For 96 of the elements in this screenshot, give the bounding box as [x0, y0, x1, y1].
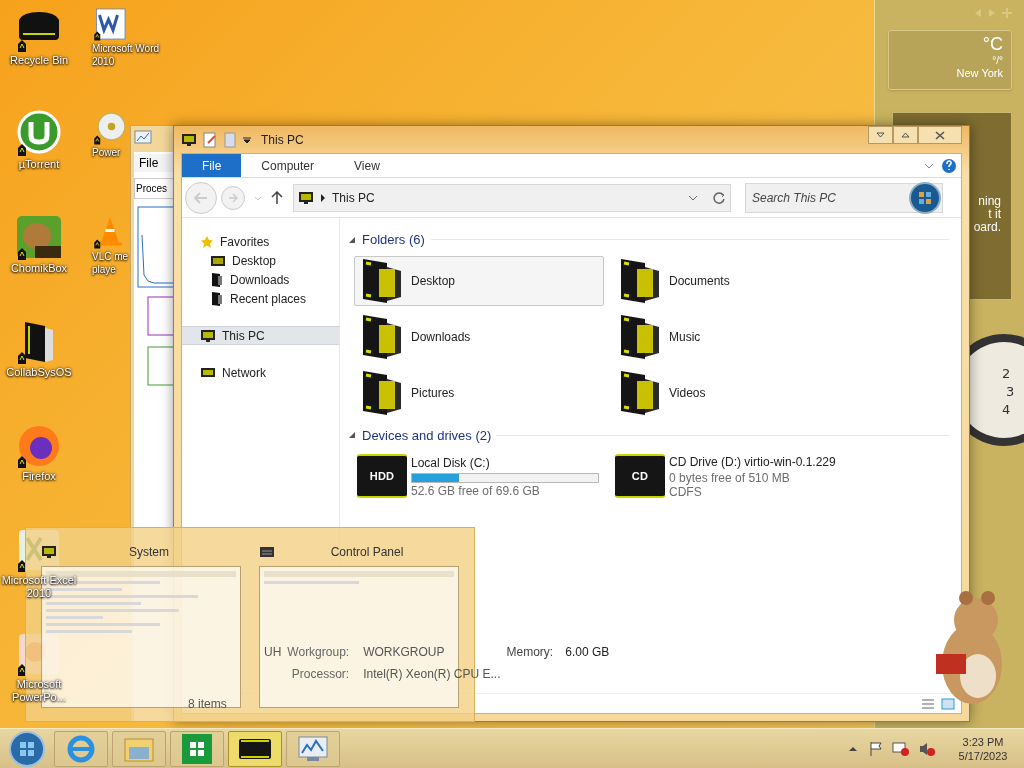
store-icon — [182, 733, 212, 764]
temperature-unit: °C — [982, 33, 1003, 55]
flag-icon[interactable] — [868, 740, 884, 757]
window-title: This PC — [261, 131, 304, 149]
performance-monitor-icon — [297, 734, 329, 763]
folder-tile[interactable]: Documents — [612, 255, 862, 306]
address-dropdown-icon[interactable] — [688, 193, 698, 202]
volume-muted-icon[interactable] — [918, 740, 936, 757]
ribbon-tab[interactable]: View — [334, 154, 400, 177]
network-icon — [200, 365, 216, 380]
word-icon — [92, 6, 128, 42]
folder-tile[interactable]: Videos — [612, 367, 862, 418]
triangle-down-icon — [876, 132, 885, 138]
item-detail: 0 bytes free of 510 MB — [669, 471, 791, 485]
note-text: ning — [978, 195, 1001, 208]
taskbar-app-button[interactable] — [228, 730, 282, 767]
item-detail: 52.6 GB free of 69.6 GB — [411, 484, 541, 498]
folder-tile[interactable]: Music — [612, 311, 862, 362]
note-text: t it — [988, 208, 1001, 221]
address-bar[interactable]: This PC — [293, 183, 731, 212]
folder-icon — [210, 290, 224, 307]
folder-tile[interactable]: Pictures — [354, 367, 604, 418]
folder-tile[interactable]: Downloads — [354, 311, 604, 362]
refresh-icon[interactable] — [712, 190, 726, 205]
network-error-icon[interactable] — [892, 740, 910, 757]
menu-item[interactable]: File — [134, 154, 174, 172]
dropdown-icon[interactable] — [243, 135, 251, 144]
forward-arrow-icon — [228, 192, 238, 203]
temperature-range: °/° — [992, 55, 1003, 66]
breadcrumb-arrow-icon — [320, 193, 326, 202]
nav-item[interactable]: Network — [182, 363, 339, 382]
group-toggle-icon[interactable] — [348, 431, 356, 440]
status-text: 8 items — [188, 695, 227, 713]
up-arrow-icon[interactable] — [271, 190, 283, 205]
clock-date[interactable]: 5/17/2023 — [958, 748, 1008, 763]
nav-item[interactable]: Downloads — [182, 270, 339, 289]
item-name: Documents — [669, 272, 730, 290]
performance-monitor-icon — [134, 130, 152, 146]
details-view-icon[interactable] — [921, 697, 935, 710]
item-name: Videos — [669, 384, 706, 402]
search-orb-icon[interactable] — [909, 181, 941, 214]
ribbon-tab[interactable]: Computer — [241, 154, 335, 177]
detail-value: WORKGROUP — [363, 644, 446, 661]
address-text: This PC — [332, 189, 375, 207]
drive-icon — [238, 736, 272, 761]
drive-tile[interactable]: CD CD Drive (D:) virtio-win-0.1.229 0 bytes free of 510 MB CDFS — [612, 451, 862, 501]
item-name: Desktop — [411, 272, 456, 290]
group-toggle-icon[interactable] — [348, 235, 356, 244]
thumbnail-title: System — [128, 544, 170, 561]
disc-icon — [92, 110, 128, 146]
monitor-icon — [298, 190, 314, 205]
monitor-icon — [41, 545, 57, 559]
show-hidden-icons-icon[interactable] — [848, 744, 858, 753]
item-name: Local Disk (C:) — [411, 455, 491, 472]
nav-item[interactable]: Desktop — [182, 251, 339, 270]
nav-item[interactable]: Recent places — [182, 289, 339, 308]
drive-tile[interactable]: HDD Local Disk (C:) 52.6 GB free of 69.6 GB — [354, 451, 604, 501]
ribbon-tab[interactable]: File — [182, 154, 242, 177]
maximize-button[interactable] — [893, 126, 918, 144]
browser-icon — [66, 733, 96, 764]
properties-icon[interactable] — [203, 131, 217, 148]
item-name: Pictures — [411, 384, 455, 402]
note-text: oard. — [973, 221, 1001, 234]
folder-icon — [210, 271, 224, 288]
torrent-icon — [15, 110, 63, 158]
folder-tile[interactable]: Desktop — [354, 255, 604, 306]
desktop-icon — [210, 254, 226, 267]
close-icon — [935, 130, 945, 140]
hamster-icon — [15, 214, 63, 262]
triangle-up-icon — [901, 132, 910, 138]
drive-label: HDD — [369, 468, 395, 484]
close-button[interactable] — [918, 126, 962, 144]
drive-label: CD — [631, 468, 649, 484]
detail-label: Processor: — [290, 666, 350, 683]
tiles-view-icon[interactable] — [941, 697, 955, 710]
control-panel-icon — [259, 546, 275, 558]
item-name: CD Drive (D:) virtio-win-0.1.229 — [669, 454, 836, 471]
monitor-icon — [181, 132, 197, 147]
monitor-icon — [200, 328, 216, 343]
nav-item[interactable]: Favorites — [182, 232, 339, 251]
minimize-button[interactable] — [868, 126, 893, 144]
detail-label: Memory: — [506, 644, 554, 661]
thumbnail-title: Control Panel — [329, 544, 405, 561]
computer-name: UH — [264, 644, 282, 661]
group-header[interactable]: Folders (6) — [362, 230, 425, 250]
clock-time[interactable]: 3:23 PM — [962, 734, 1004, 749]
detail-value: 6.00 GB — [565, 644, 610, 661]
item-detail: CDFS — [669, 485, 703, 499]
star-icon — [200, 234, 214, 249]
nav-item[interactable]: This PC — [182, 326, 339, 345]
item-name: Music — [669, 328, 701, 346]
group-header[interactable]: Devices and drives (2) — [362, 425, 492, 445]
back-arrow-icon — [194, 191, 208, 204]
item-name: Downloads — [411, 328, 471, 346]
weather-city: New York — [956, 66, 1003, 80]
detail-label: Workgroup: — [287, 644, 350, 661]
